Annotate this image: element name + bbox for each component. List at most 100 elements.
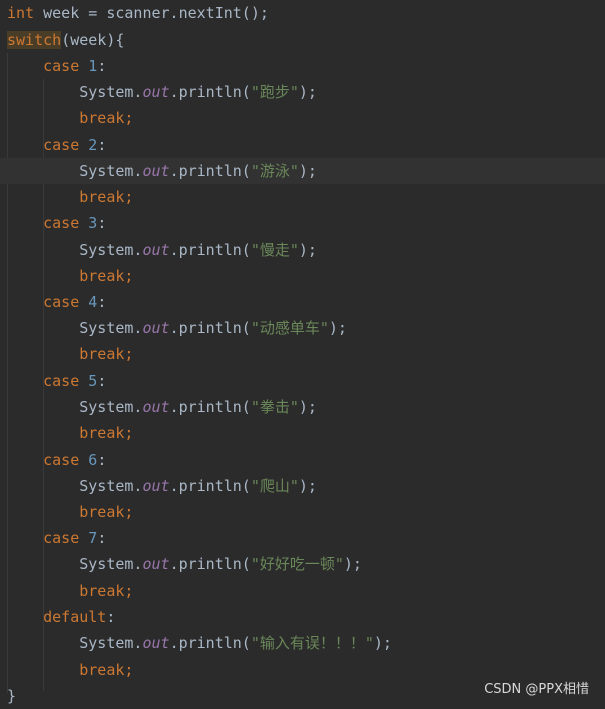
field-name: out [142, 477, 170, 495]
code-text: System. [79, 83, 143, 101]
string-literal: "输入有误！！！" [250, 634, 374, 652]
code-line: case 3: [0, 210, 605, 236]
code-line: System.out.println("爬山"); [0, 473, 605, 499]
current-line: System.out.println("游泳"); [0, 158, 605, 184]
code-text: ); [373, 634, 392, 652]
number-literal: 2 [88, 136, 98, 154]
code-text: : [97, 372, 107, 390]
code-text: : [97, 293, 107, 311]
code-line: break; [0, 341, 605, 367]
number-literal: 4 [88, 293, 98, 311]
code-text: ; [124, 267, 134, 285]
code-line: break; [0, 263, 605, 289]
code-text: System. [79, 634, 143, 652]
code-text: .println( [169, 398, 251, 416]
code-text: ); [343, 555, 362, 573]
code-line: System.out.println("慢走"); [0, 237, 605, 263]
code-text: : [97, 136, 107, 154]
code-text: ); [298, 162, 317, 180]
code-text: .println( [169, 319, 251, 337]
string-literal: "拳击" [250, 398, 299, 416]
code-text: .println( [169, 162, 251, 180]
code-text: ; [124, 503, 134, 521]
keyword: break [79, 188, 125, 206]
code-text: : [97, 529, 107, 547]
code-editor[interactable]: int week = scanner.nextInt(); switch(wee… [0, 0, 605, 705]
number-literal: 6 [88, 451, 98, 469]
code-line: System.out.println("输入有误！！！"); [0, 630, 605, 656]
code-line: case 6: [0, 447, 605, 473]
field-name: out [142, 319, 170, 337]
string-literal: "爬山" [250, 477, 299, 495]
code-text: System. [79, 477, 143, 495]
code-line: case 1: [0, 53, 605, 79]
code-line: System.out.println("动感单车"); [0, 315, 605, 341]
code-line: System.out.println("拳击"); [0, 394, 605, 420]
field-name: out [142, 555, 170, 573]
code-line: case 4: [0, 289, 605, 315]
code-text: ; [124, 582, 134, 600]
field-name: out [142, 162, 170, 180]
code-text: System. [79, 241, 143, 259]
keyword: break [79, 424, 125, 442]
field-name: out [142, 83, 170, 101]
code-text: ); [328, 319, 347, 337]
number-literal: 1 [88, 57, 98, 75]
keyword-highlighted: switch [7, 31, 62, 49]
code-text: (week){ [61, 31, 125, 49]
keyword: case [43, 451, 80, 469]
string-literal: "游泳" [250, 162, 299, 180]
code-line: switch(week){ [0, 27, 605, 53]
code-text: ; [124, 345, 134, 363]
keyword: break [79, 503, 125, 521]
field-name: out [142, 398, 170, 416]
keyword: case [43, 214, 80, 232]
field-name: out [142, 241, 170, 259]
string-literal: "好好吃一顿" [250, 555, 344, 573]
code-text: ; [124, 188, 134, 206]
keyword: default [43, 608, 107, 626]
code-text: ; [124, 661, 134, 679]
keyword: case [43, 293, 80, 311]
number-literal: 3 [88, 214, 98, 232]
code-text: .println( [169, 477, 251, 495]
field-name: out [142, 634, 170, 652]
code-line: break; [0, 499, 605, 525]
keyword: break [79, 582, 125, 600]
keyword: case [43, 529, 80, 547]
code-line: int week = scanner.nextInt(); [0, 0, 605, 26]
keyword: case [43, 57, 80, 75]
keyword: break [79, 267, 125, 285]
code-text: : [106, 608, 116, 626]
code-text: .println( [169, 634, 251, 652]
number-literal: 5 [88, 372, 98, 390]
code-text: ); [298, 241, 317, 259]
code-line: System.out.println("跑步"); [0, 79, 605, 105]
code-text: ; [124, 424, 134, 442]
code-text: ; [124, 109, 134, 127]
code-line: break; [0, 184, 605, 210]
code-line: case 5: [0, 368, 605, 394]
code-line: case 7: [0, 525, 605, 551]
code-text: .println( [169, 241, 251, 259]
code-line: break; [0, 420, 605, 446]
string-literal: "跑步" [250, 83, 299, 101]
code-text: : [97, 57, 107, 75]
keyword: break [79, 345, 125, 363]
code-text: .println( [169, 83, 251, 101]
code-text: System. [79, 162, 143, 180]
code-text: .println( [169, 555, 251, 573]
code-line: default: [0, 604, 605, 630]
keyword: int [7, 4, 35, 22]
code-line: break; [0, 578, 605, 604]
code-text: System. [79, 398, 143, 416]
code-text: week = scanner.nextInt(); [34, 4, 269, 22]
code-line: break; [0, 105, 605, 131]
watermark: CSDN @PPX相惜 [484, 682, 589, 697]
code-line: case 2: [0, 132, 605, 158]
code-text: ); [298, 83, 317, 101]
string-literal: "动感单车" [250, 319, 329, 337]
code-text: ); [298, 398, 317, 416]
keyword: break [79, 109, 125, 127]
number-literal: 7 [88, 529, 98, 547]
